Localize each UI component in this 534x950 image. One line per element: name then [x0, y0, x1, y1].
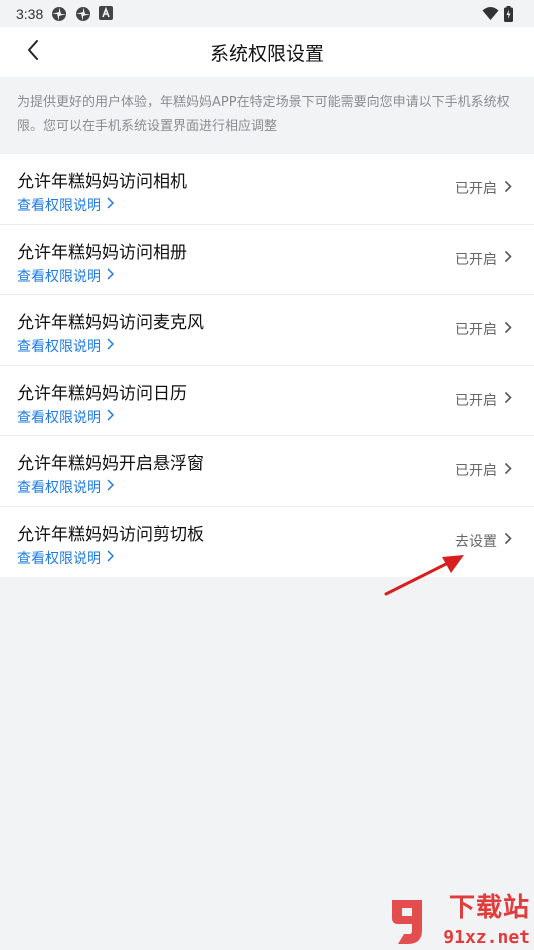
chevron-right-icon: [107, 549, 115, 566]
watermark-logo-icon: [388, 894, 430, 948]
chevron-right-icon: [504, 180, 512, 197]
view-permission-explanation-link[interactable]: 查看权限说明: [17, 477, 115, 497]
permission-row-camera[interactable]: 允许年糕妈妈访问相机 查看权限说明 已开启: [0, 154, 534, 225]
permission-status[interactable]: 已开启: [455, 460, 512, 480]
status-right: [482, 5, 520, 22]
status-label: 去设置: [455, 533, 497, 550]
status-bar: 3:38: [0, 0, 534, 27]
nav-bar: 系统权限设置: [0, 27, 534, 77]
wifi-icon: [482, 6, 499, 22]
link-label: 查看权限说明: [17, 480, 101, 496]
chevron-right-icon: [107, 479, 115, 495]
permission-status[interactable]: 已开启: [455, 178, 512, 198]
permission-title: 允许年糕妈妈访问麦克风: [17, 313, 204, 333]
view-permission-explanation-link[interactable]: 查看权限说明: [17, 548, 115, 568]
link-label: 查看权限说明: [17, 198, 101, 214]
permission-row-album[interactable]: 允许年糕妈妈访问相册 查看权限说明 已开启: [0, 225, 534, 295]
status-label: 已开启: [455, 322, 497, 338]
chevron-left-icon: [26, 39, 40, 65]
link-label: 查看权限说明: [17, 550, 101, 567]
permission-row-floating-window[interactable]: 允许年糕妈妈开启悬浮窗 查看权限说明 已开启: [0, 436, 534, 507]
go-to-settings-button[interactable]: 去设置: [455, 531, 512, 551]
chevron-right-icon: [504, 250, 512, 267]
permission-row-clipboard[interactable]: 允许年糕妈妈访问剪切板 查看权限说明 去设置: [0, 507, 534, 578]
permission-status[interactable]: 已开启: [455, 319, 512, 339]
chevron-right-icon: [107, 267, 115, 284]
chevron-right-icon: [504, 321, 512, 338]
a-box-icon: [99, 5, 115, 22]
permission-title: 允许年糕妈妈访问相册: [17, 242, 187, 263]
permission-status[interactable]: 已开启: [455, 249, 512, 269]
view-permission-explanation-link[interactable]: 查看权限说明: [17, 407, 115, 427]
view-permission-explanation-link[interactable]: 查看权限说明: [17, 266, 115, 286]
chevron-right-icon: [107, 408, 115, 425]
permission-title: 允许年糕妈妈访问相机: [17, 172, 187, 192]
permission-row-calendar[interactable]: 允许年糕妈妈访问日历 查看权限说明 已开启: [0, 366, 534, 436]
page-title: 系统权限设置: [209, 42, 324, 65]
status-time: 3:38: [16, 5, 44, 22]
chevron-right-icon: [504, 391, 512, 408]
view-permission-explanation-link[interactable]: 查看权限说明: [17, 336, 115, 356]
chevron-right-icon: [504, 462, 512, 479]
permission-title: 允许年糕妈妈开启悬浮窗: [17, 454, 204, 474]
watermark-url: 91xz.net: [443, 927, 530, 948]
watermark-title: 下载站: [448, 893, 530, 923]
back-button[interactable]: [18, 37, 48, 67]
permission-title: 允许年糕妈妈访问日历: [17, 383, 187, 404]
status-label: 已开启: [455, 463, 497, 479]
site-watermark: 下载站 91xz.net: [384, 890, 534, 950]
chevron-right-icon: [504, 532, 512, 549]
link-label: 查看权限说明: [17, 339, 101, 355]
view-permission-explanation-link[interactable]: 查看权限说明: [17, 195, 115, 215]
permission-title: 允许年糕妈妈访问剪切板: [17, 524, 204, 545]
status-label: 已开启: [455, 251, 497, 268]
permission-row-microphone[interactable]: 允许年糕妈妈访问麦克风 查看权限说明 已开启: [0, 295, 534, 366]
link-label: 查看权限说明: [17, 268, 101, 285]
chevron-right-icon: [107, 338, 115, 354]
photos-pinwheel-icon: [51, 6, 67, 22]
chevron-right-icon: [107, 197, 115, 213]
status-left: 3:38: [16, 5, 115, 22]
status-label: 已开启: [455, 392, 497, 409]
photos-pinwheel-icon: [75, 6, 91, 22]
link-label: 查看权限说明: [17, 409, 101, 426]
permission-notice: 为提供更好的用户体验，年糕妈妈APP在特定场景下可能需要向您申请以下手机系统权限…: [0, 77, 534, 154]
battery-charging-icon: [504, 5, 520, 22]
permission-list: 允许年糕妈妈访问相机 查看权限说明 已开启 允许年糕妈妈访问相册 查看权限说明 …: [0, 154, 534, 577]
permission-status[interactable]: 已开启: [455, 390, 512, 410]
status-label: 已开启: [455, 181, 497, 197]
